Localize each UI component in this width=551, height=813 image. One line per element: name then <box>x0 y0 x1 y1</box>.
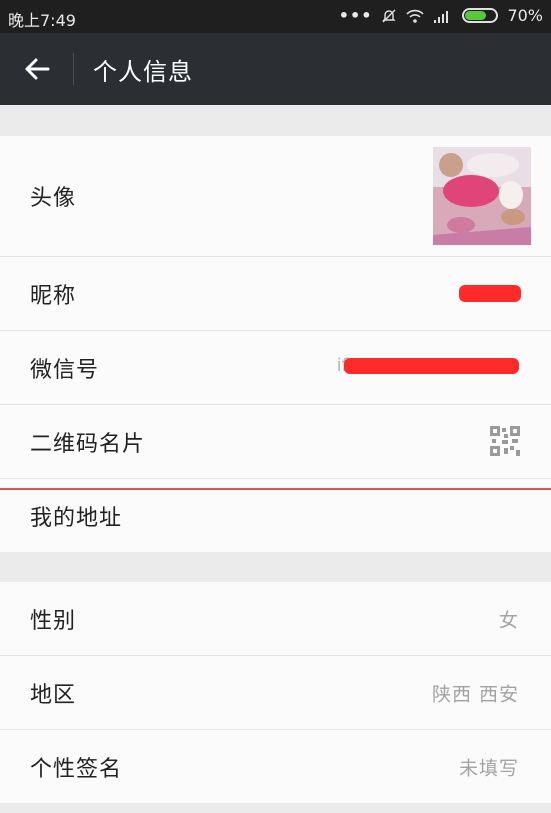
address-label: 我的地址 <box>30 505 123 531</box>
status-icons: ••• 70% <box>339 6 543 25</box>
row-divider-accent <box>0 488 551 490</box>
redacted-wechat-id <box>344 358 519 374</box>
arrow-left-icon[interactable] <box>18 51 58 87</box>
redacted-nickname <box>459 285 521 302</box>
app-bar: 个人信息 <box>0 33 551 105</box>
personal-section: 性别 女 地区 陕西 西安 个性签名 未填写 <box>0 582 551 803</box>
signature-label: 个性签名 <box>30 756 123 782</box>
wifi-icon <box>406 9 425 23</box>
appbar-divider <box>73 53 74 85</box>
gender-value: 女 <box>498 609 519 631</box>
status-time: 晚上7:49 <box>8 11 76 30</box>
battery-percent: 70% <box>507 6 543 25</box>
battery-icon <box>462 8 499 23</box>
gender-row[interactable]: 性别 女 <box>0 582 551 656</box>
region-row[interactable]: 地区 陕西 西安 <box>0 656 551 730</box>
avatar-row[interactable]: 头像 <box>0 136 551 257</box>
mute-bell-icon <box>382 9 397 22</box>
avatar[interactable] <box>433 147 531 245</box>
wechat-id-row[interactable]: if 微信号 <box>0 331 551 405</box>
signal-icon <box>434 10 449 23</box>
signature-value: 未填写 <box>458 757 519 779</box>
nickname-label: 昵称 <box>30 283 77 309</box>
page-title: 个人信息 <box>93 58 193 86</box>
qr-code-label: 二维码名片 <box>30 431 146 457</box>
nickname-row[interactable]: 昵称 <box>0 257 551 331</box>
signature-row[interactable]: 个性签名 未填写 <box>0 730 551 803</box>
region-value: 陕西 西安 <box>431 683 519 705</box>
status-bar: 晚上7:49 ••• 70% <box>0 0 551 33</box>
region-label: 地区 <box>30 682 77 708</box>
avatar-label: 头像 <box>30 186 77 211</box>
wechat-id-label: 微信号 <box>30 357 100 383</box>
qr-code-row[interactable]: 二维码名片 <box>0 405 551 479</box>
gender-label: 性别 <box>30 608 77 634</box>
qr-code-icon <box>490 426 520 456</box>
more-dots-icon: ••• <box>338 6 373 25</box>
